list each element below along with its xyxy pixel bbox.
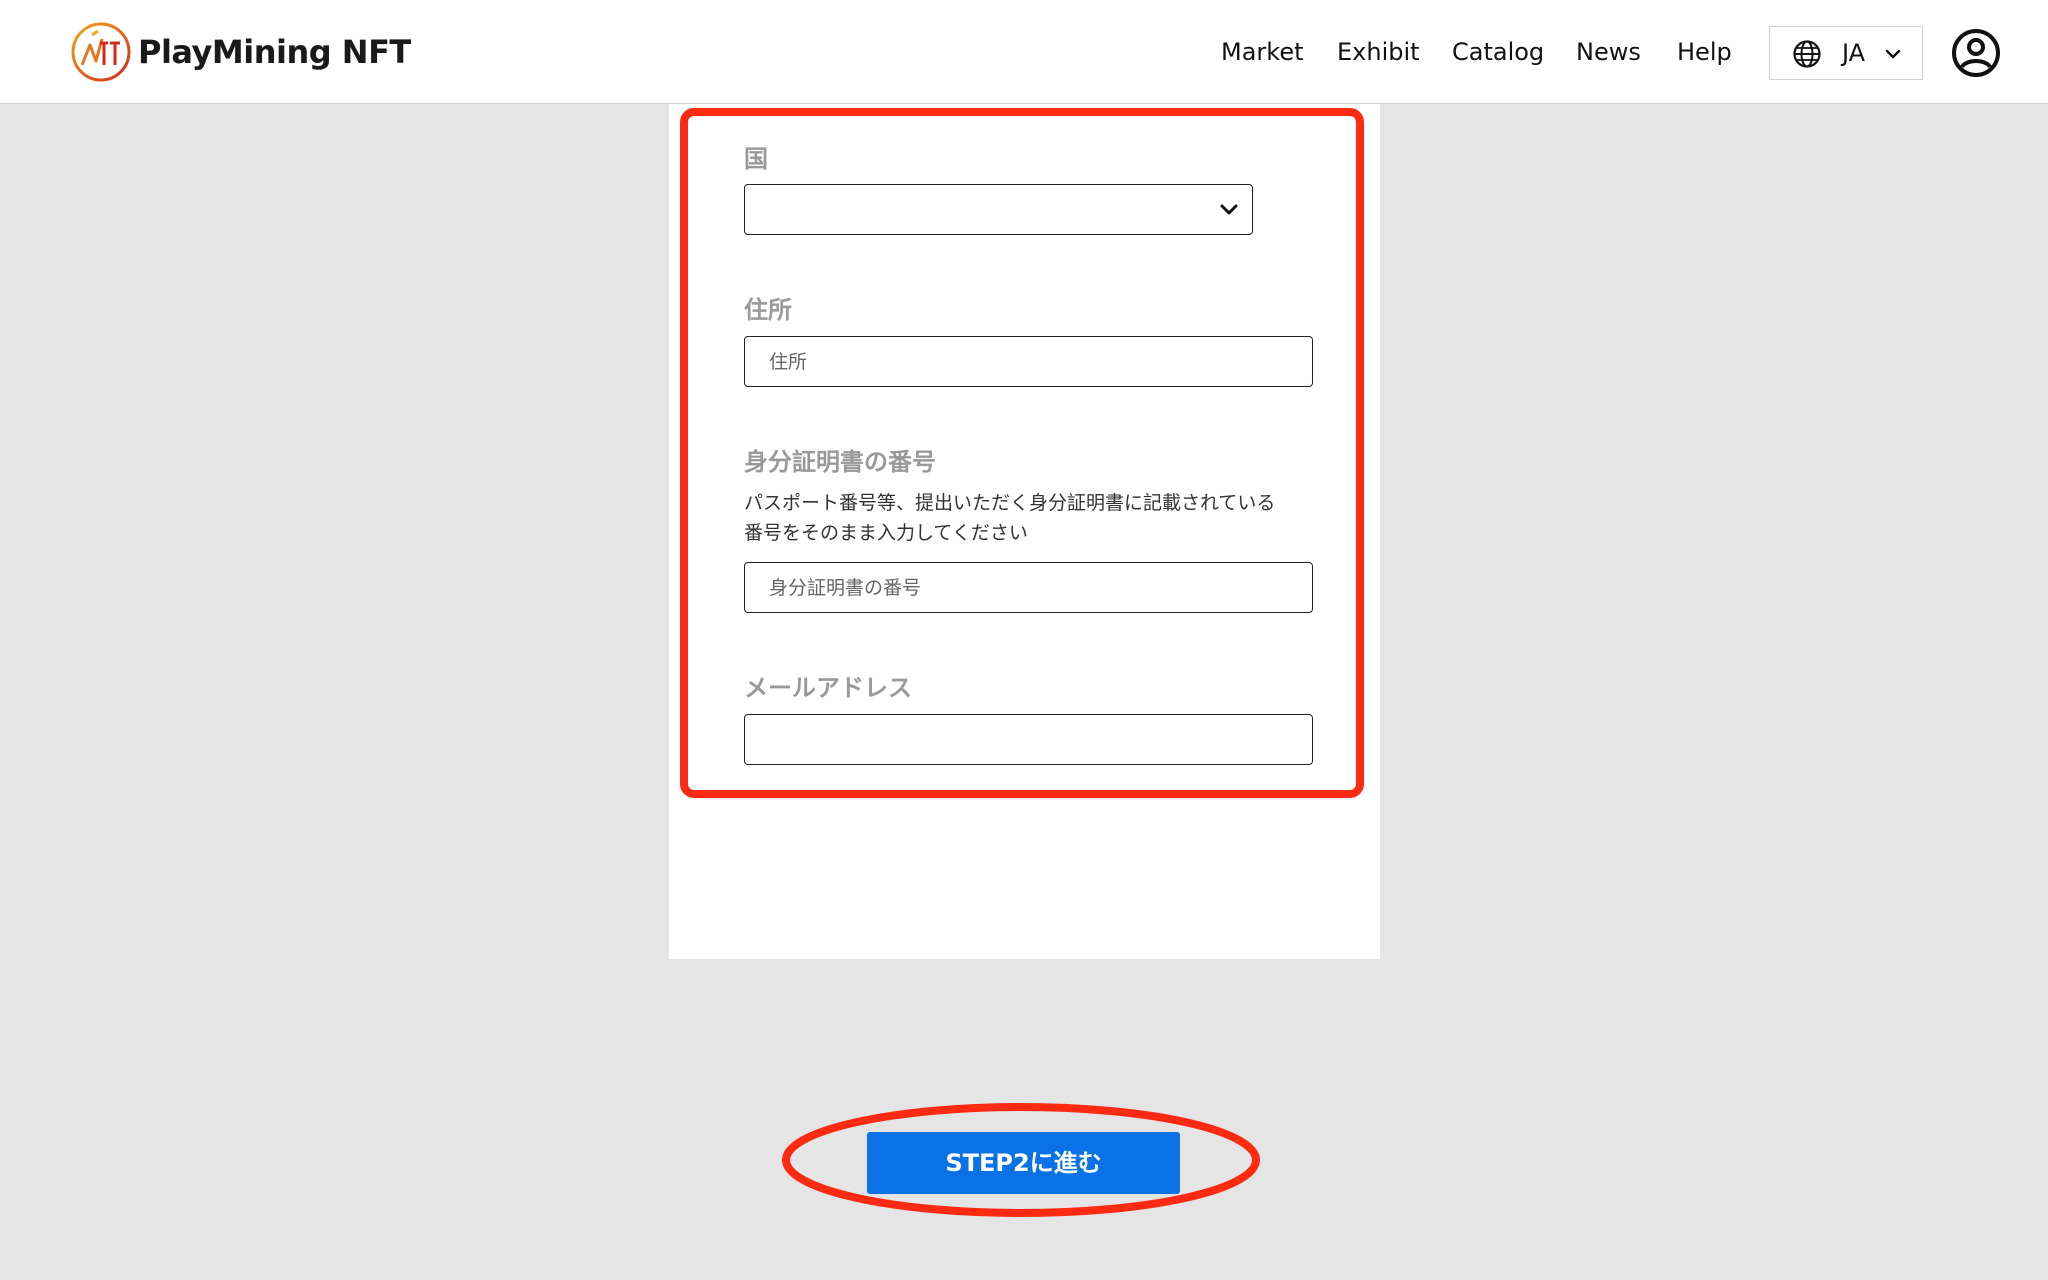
site-header: PlayMining NFT Market Exhibit Catalog Ne… xyxy=(0,0,2048,104)
nav-news[interactable]: News xyxy=(1576,36,1641,68)
next-step-button[interactable]: STEP2に進む xyxy=(867,1132,1180,1194)
nav-exhibit[interactable]: Exhibit xyxy=(1337,36,1420,68)
nav-market[interactable]: Market xyxy=(1221,36,1304,68)
brand-logo[interactable]: PlayMining NFT xyxy=(70,20,411,84)
language-code: JA xyxy=(1842,39,1866,67)
id-number-help-text: パスポート番号等、提出いただく身分証明書に記載されている 番号をそのまま入力して… xyxy=(744,488,1324,548)
playmining-logo-icon xyxy=(71,22,131,82)
language-selector[interactable]: JA xyxy=(1769,26,1923,80)
nav-help[interactable]: Help xyxy=(1677,36,1732,68)
id-number-help-line-2: 番号をそのまま入力してください xyxy=(744,522,1028,544)
country-label: 国 xyxy=(744,145,768,173)
chevron-down-icon xyxy=(1220,204,1238,215)
id-number-help-line-1: パスポート番号等、提出いただく身分証明書に記載されている xyxy=(744,492,1276,514)
address-label: 住所 xyxy=(744,296,792,324)
email-input[interactable] xyxy=(744,714,1313,765)
id-number-input[interactable] xyxy=(744,562,1313,613)
chevron-down-icon xyxy=(1885,49,1901,59)
id-number-label: 身分証明書の番号 xyxy=(744,448,936,476)
email-label: メールアドレス xyxy=(744,674,912,702)
brand-name: PlayMining NFT xyxy=(138,33,411,71)
country-select[interactable] xyxy=(744,184,1253,235)
globe-icon xyxy=(1793,40,1821,68)
address-input[interactable] xyxy=(744,336,1313,387)
nav-catalog[interactable]: Catalog xyxy=(1452,36,1544,68)
user-circle-icon[interactable] xyxy=(1951,28,2001,78)
